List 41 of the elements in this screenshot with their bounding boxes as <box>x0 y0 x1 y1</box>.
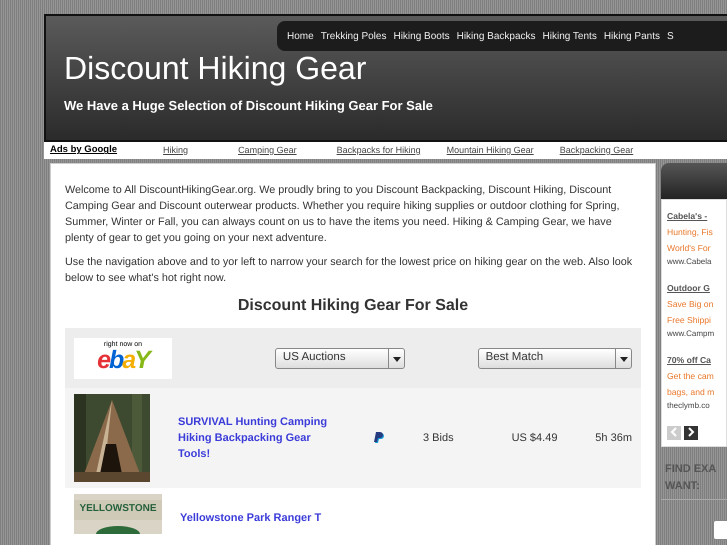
find-heading: WANT: <box>665 479 701 494</box>
price: US $4.49 <box>512 430 558 446</box>
listing-title[interactable]: SURVIVAL Hunting Camping Hiking Backpacking Gear Tools! <box>178 414 338 462</box>
nav-link-item[interactable]: Hiking Pants <box>604 28 660 44</box>
ad-text: Free Shippi <box>667 314 712 327</box>
ad-link[interactable]: Camping Gear <box>238 144 297 158</box>
ad-title[interactable]: Outdoor G <box>667 280 726 296</box>
ad-url: theclymb.co <box>667 400 711 412</box>
nav-link-item[interactable]: Hiking Backpacks <box>456 28 536 44</box>
nav-link-item[interactable]: S <box>666 28 674 44</box>
ad-title[interactable]: 70% off Ca <box>667 352 726 368</box>
shirt-print: YELLOWSTONE <box>78 502 158 516</box>
site-title: Discount Hiking Gear <box>64 49 366 88</box>
find-heading: FIND EXA <box>665 462 718 477</box>
time-left: 5h 36m <box>595 430 632 446</box>
nav-link-item[interactable]: Trekking Poles <box>320 28 386 44</box>
ads-label: Ads by Google <box>50 143 118 158</box>
ad-text: Get the cam <box>667 370 715 383</box>
ad-url: www.Campm <box>667 328 716 340</box>
filter-dropdown[interactable]: US Auctions <box>274 348 405 368</box>
tagline: We Have a Huge Selection of Discount Hiking Gear For Sale <box>64 97 433 115</box>
ad-url: www.Cabela <box>667 256 712 268</box>
ad-text: World's For <box>667 242 712 255</box>
nav-link-item[interactable]: Hiking Boots <box>393 28 450 44</box>
ad-link[interactable]: Backpacking Gear <box>560 144 634 158</box>
listing-title[interactable]: Yellowstone Park Ranger T <box>180 510 380 526</box>
ad-link[interactable]: Hiking <box>163 144 188 158</box>
bid-count: 3 Bids <box>423 430 454 446</box>
ad-text: bags, and m <box>667 386 716 399</box>
intro-paragraph: Use the navigation above and to yor left to narrow your search for the lowest price on hiking gear on the web. Also look below to see what's hot right now. <box>65 255 634 286</box>
section-heading: Discount Hiking Gear For Sale <box>236 296 470 316</box>
ad-link[interactable]: Backpacks for Hiking <box>336 144 421 158</box>
ad-text: Hunting, Fis <box>667 226 714 239</box>
ad-text: Save Big on <box>667 298 714 311</box>
ad-title[interactable]: Cabela's - <box>667 208 726 224</box>
ad-link[interactable]: Mountain Hiking Gear <box>446 144 534 158</box>
sidebar-header <box>661 163 727 199</box>
nav-link-item[interactable]: Hiking Tents <box>542 28 597 44</box>
intro-paragraph: Welcome to All DiscountHikingGear.org. We proudly bring to you Discount Backpacking, Discount Hiking, Discount Camping Gear and Discount outerwear products. Whether you require hiking supplies or outdoor clothing for Spring, Summer, Winter or Fall, you can always count on us to have the items you need. Hiking & Camping Gear, we have plenty of gear to get you going on your next adventure. <box>65 183 621 246</box>
nav-link-item[interactable]: Home <box>287 28 314 44</box>
filter-dropdown[interactable]: Best Match <box>478 348 632 368</box>
